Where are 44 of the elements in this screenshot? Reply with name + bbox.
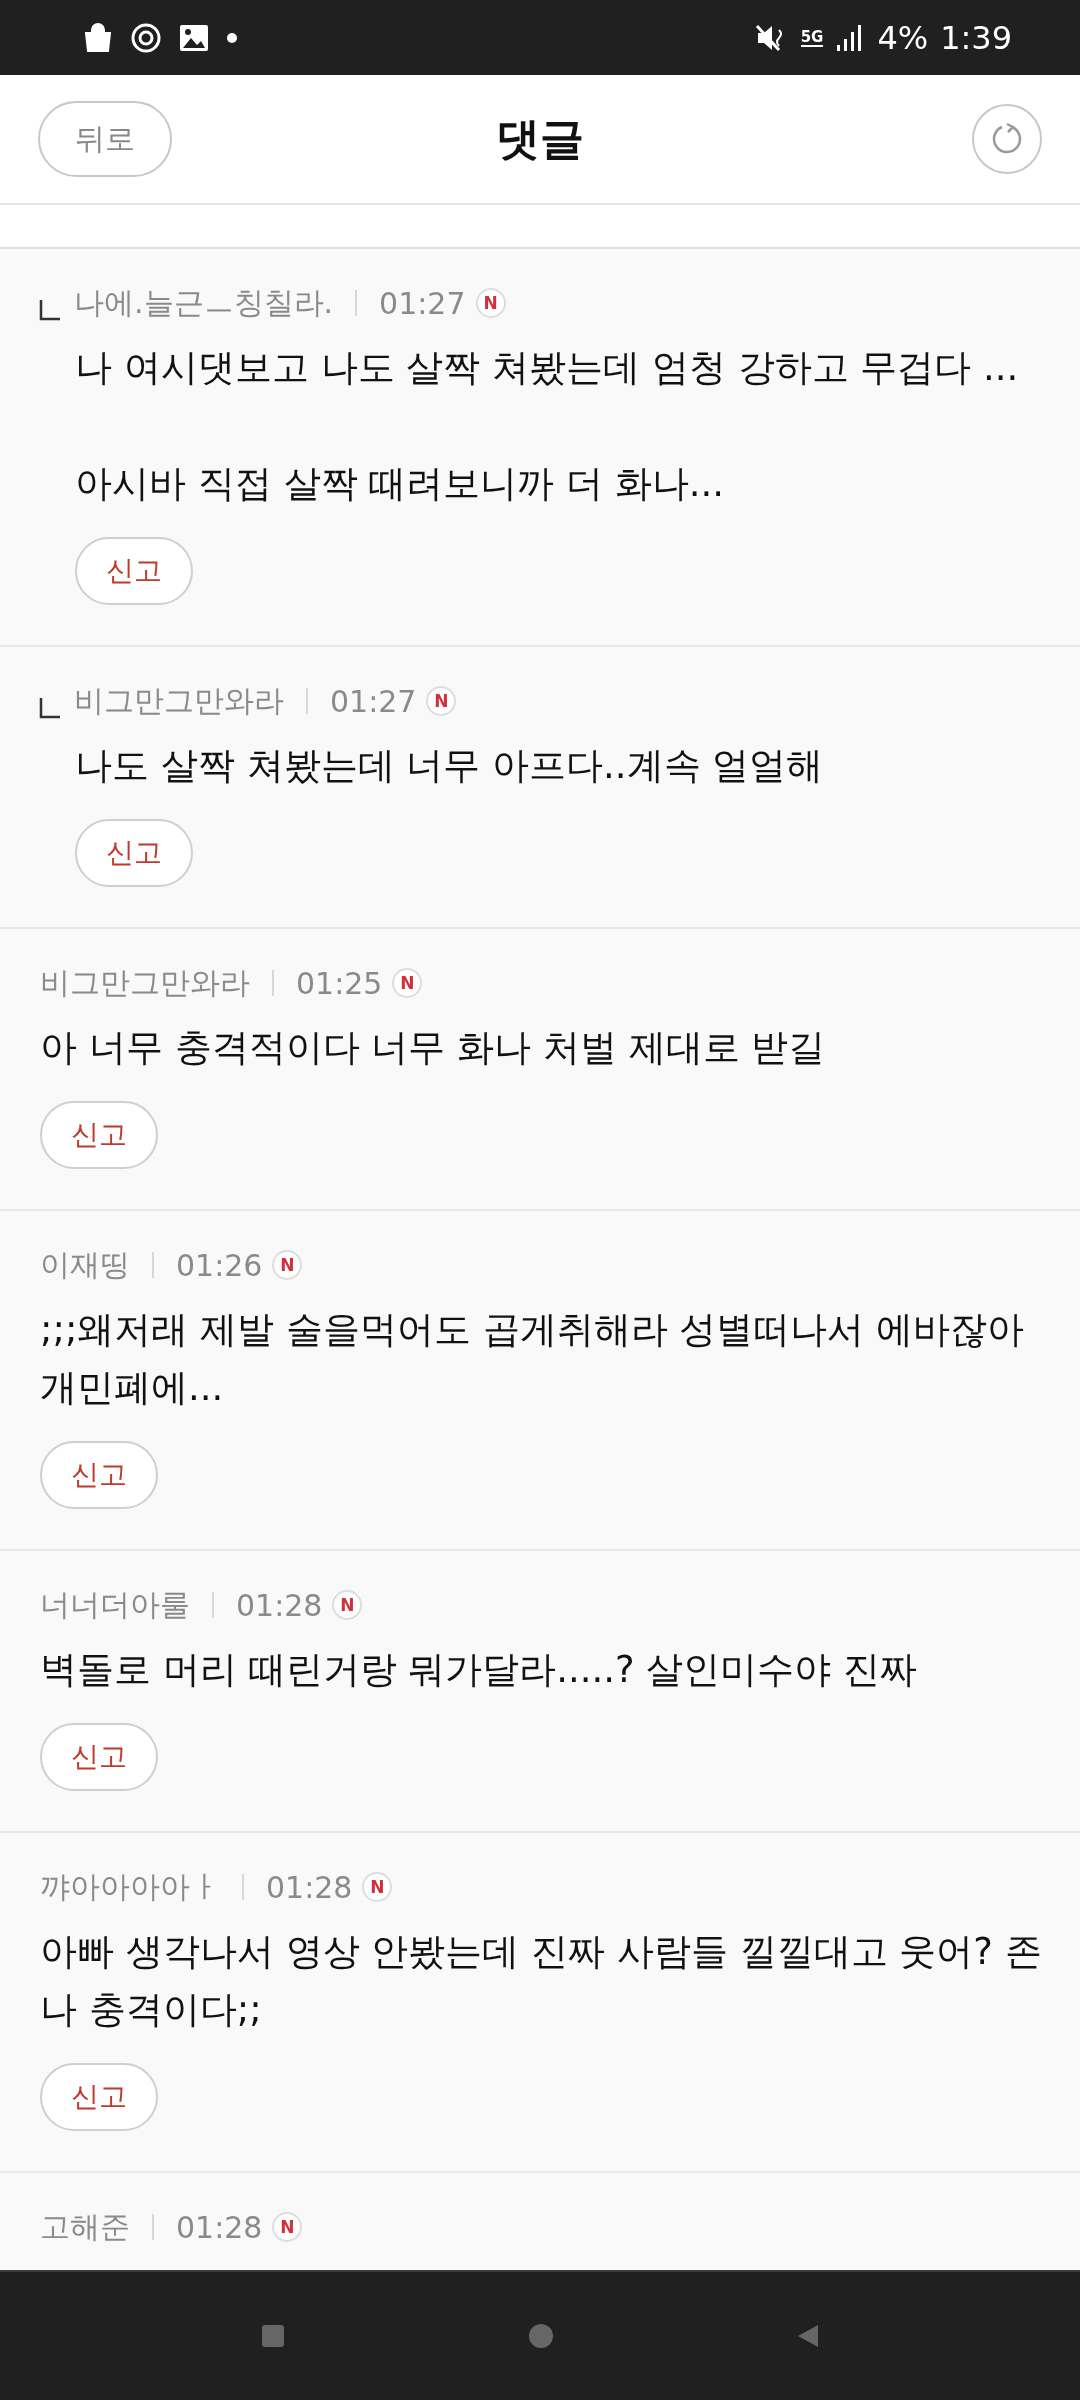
- clock: 1:39: [940, 18, 1012, 57]
- author-name: 꺄아아아아ㅏ: [40, 1867, 220, 1906]
- author-name: 비그만그만와라: [40, 963, 250, 1002]
- comment-text: 아빠 생각나서 영상 안봤는데 진짜 사람들 낄낄대고 웃어? 존나 충격이다;;: [40, 1929, 1043, 2033]
- report-button[interactable]: 신고: [40, 1723, 158, 1791]
- report-button[interactable]: 신고: [40, 2063, 158, 2131]
- comment-time: 01:27: [379, 285, 466, 321]
- comment-time: 01:27: [330, 683, 417, 719]
- author-name: 너너더아룰: [40, 1585, 190, 1624]
- comment-text: 나도 살짝 쳐봤는데 너무 아프다..계속 얼얼해: [75, 743, 825, 789]
- comment-text: 나 여시댓보고 나도 살짝 쳐봤는데 엄청 강하고 무겁다 ... 아시바 직접 살짝 때려보니까 더 화나...: [75, 345, 1020, 507]
- comment-time: 01:28: [266, 1869, 353, 1905]
- comment-time: 01:26: [176, 1247, 263, 1283]
- back-icon[interactable]: [796, 2324, 819, 2348]
- refresh-icon: [990, 122, 1024, 156]
- comment-text: 아 너무 충격적이다 너무 화나 처벌 제대로 받길: [40, 1025, 827, 1071]
- report-button[interactable]: 신고: [75, 537, 193, 605]
- comment-time: 01:28: [176, 2209, 263, 2245]
- comment-time: 01:25: [296, 965, 383, 1001]
- report-button[interactable]: 신고: [75, 819, 193, 887]
- battery-level: 4%: [877, 18, 929, 57]
- new-badge: N: [392, 968, 423, 998]
- report-button[interactable]: 신고: [40, 1441, 158, 1509]
- dot-icon: [226, 31, 238, 44]
- comment-text: 벽돌로 머리 때린거랑 뭐가달라.....? 살인미수야 진짜: [40, 1647, 919, 1693]
- new-badge: N: [362, 1872, 393, 1902]
- report-button[interactable]: 신고: [40, 1101, 158, 1169]
- new-badge: N: [272, 2212, 303, 2242]
- new-badge: N: [272, 1250, 303, 1280]
- author-name: 고해준: [40, 2207, 130, 2246]
- back-button[interactable]: 뒤로: [38, 101, 172, 177]
- comment-text: ;;;왜저래 제발 술을먹어도 곱게취해라 성별떠나서 에바잖아 개민폐에...: [40, 1307, 1026, 1411]
- page-title: 댓글: [496, 112, 584, 164]
- author-name: 비그만그만와라: [74, 681, 284, 720]
- comment-time: 01:28: [236, 1587, 323, 1623]
- new-badge: N: [475, 288, 506, 318]
- new-badge: N: [426, 686, 457, 716]
- recent-apps-icon[interactable]: [261, 2324, 286, 2348]
- network-type: 5G: [800, 28, 824, 47]
- new-badge: N: [332, 1590, 363, 1620]
- shopping-bag-icon: [82, 21, 114, 54]
- author-name: 나에.늘근ㅡ칭칠라.: [74, 283, 334, 322]
- home-icon[interactable]: [528, 2323, 554, 2349]
- author-name: 이재띵: [40, 1245, 130, 1284]
